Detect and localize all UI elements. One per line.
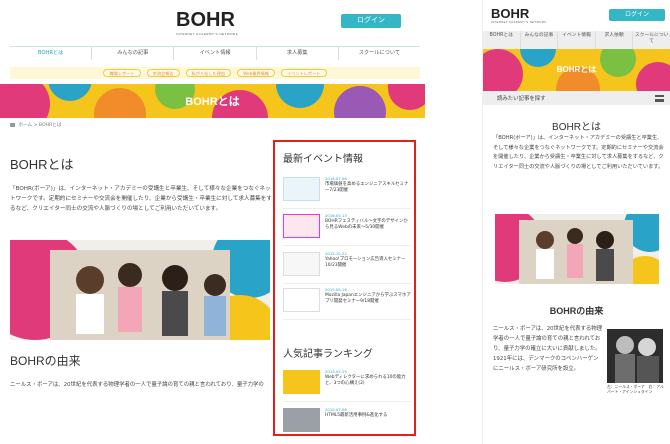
event-title[interactable]: BOHRフェスティバル〜文字のデザインから見るWebの未来〜5/30開催 [325,219,411,231]
event-date: 2015.09.16 [325,287,347,292]
breadcrumb: ホーム > BOHRとは [10,122,61,128]
ranking-title[interactable]: Webディレクターに求められる10の能力と、3つの心構え(2) [325,375,411,387]
mobile-hero-title: BOHRとは [556,65,597,74]
events-heading: 最新イベント情報 [283,154,363,165]
mobile-nav-about[interactable]: BOHRとは [483,31,521,49]
ranking-date: 2015.07.06 [325,407,347,412]
community-photo [10,240,270,340]
subnav-workplace[interactable]: 職場レポート [103,69,141,77]
subnav-web-info[interactable]: Web業界情報 [237,69,275,77]
nav-item-articles[interactable]: みんなの記事 [92,47,175,60]
nav-item-about[interactable]: BOHRとは [10,47,93,60]
home-icon [10,122,15,127]
event-item[interactable]: 2016.05.13 BOHRフェスティバル〜文字のデザインから見るWebの未来… [283,212,411,246]
ranking-heading: 人気記事ランキング [283,349,373,360]
hero-banner: BOHRとは [0,84,425,118]
photo-collage [10,240,270,340]
event-thumbnail [283,252,320,276]
hamburger-icon[interactable] [655,95,664,102]
ranking-item[interactable]: 2015.07.06 HTML5最新活用事例&進化する [283,406,411,434]
site-logo[interactable]: BOHR [176,9,235,32]
nav-item-events[interactable]: イベント情報 [174,47,257,60]
mobile-origin-title: BOHRの由来 [549,306,604,316]
event-thumbnail [283,288,320,312]
mobile-nav-school[interactable]: スクールについて [633,31,670,49]
subnav-event-report[interactable]: イベントレポート [280,69,327,77]
bohr-portrait-photo [607,329,663,383]
desktop-view: BOHR INTERNET ACADEMY'S NETWORK ログイン BOH… [0,0,425,444]
mobile-login-button[interactable]: ログイン [609,9,665,21]
event-title[interactable]: 市場価値を高めるエンジニアスキルセミナー7/23開催 [325,182,411,194]
portrait-caption: 左：ニールス・ボーア 右：アルバート・アインシュタイン [607,384,664,394]
breadcrumb-current: BOHRとは [38,123,62,128]
breadcrumb-home[interactable]: ホーム [18,123,32,128]
subnav-why-joined[interactable]: 私が入社した理由 [185,69,232,77]
sidebar: 最新イベント情報 2016.07.08 市場価値を高めるエンジニアスキルセミナー… [273,140,416,436]
event-item[interactable]: 2015.10.22 Yahoo!プロモーション広告導入セミナー10/23開催 [283,250,411,284]
ranking-item[interactable]: 2015.05.15 Webディレクターに求められる10の能力と、3つの心構え(… [283,368,411,402]
event-item[interactable]: 2016.07.08 市場価値を高めるエンジニアスキルセミナー7/23開催 [283,175,411,209]
mobile-nav-events[interactable]: イベント情報 [558,31,596,49]
mobile-intro-text: 「BOHR(ボーア)」は、インターネット・アカデミーの受講生と卒業生、そして様々… [493,135,664,170]
portrait-silhouettes [615,336,659,383]
mobile-nav-articles[interactable]: みんなの記事 [521,31,559,49]
event-date: 2016.05.13 [325,213,347,218]
mobile-logo-tagline: INTERNET ACADEMY'S NETWORK [491,21,547,24]
intro-text: 「BOHR(ボーア)」は、インターネット・アカデミーの受講生と卒業生、そして様々… [10,186,272,212]
mobile-page-title: BOHRとは [552,122,601,133]
mobile-photo-collage [495,214,659,284]
origin-text: ニールス・ボーアは、20世紀を代表する物理学者の一人で量子論の育ての親と言われて… [10,382,264,388]
mobile-logo[interactable]: BOHR [491,6,529,21]
event-date: 2015.10.22 [325,251,347,256]
sub-nav: 職場レポート 交流会報告 私が入社した理由 Web業界情報 イベントレポート [10,67,420,79]
mobile-hero-banner: BOHRとは [483,49,670,91]
ranking-title[interactable]: HTML5最新活用事例&進化する [325,413,411,419]
logo-tagline: INTERNET ACADEMY'S NETWORK [176,32,239,36]
breadcrumb-separator: > [33,123,38,128]
event-title[interactable]: Mozilla Japanエンジニアから学ぶスマホアプリ開発セミナー9/18開催 [325,293,411,305]
origin-title: BOHRの由来 [10,354,81,368]
ranking-thumbnail [283,408,320,432]
hero-title: BOHRとは [185,96,240,108]
mobile-nav: BOHRとは みんなの記事 イベント情報 求人依頼 スクールについて [483,31,670,49]
nav-item-jobs[interactable]: 求人募集 [257,47,339,60]
event-title[interactable]: Yahoo!プロモーション広告導入セミナー10/23開催 [325,257,411,269]
ranking-thumbnail [283,370,320,394]
main-nav: BOHRとは みんなの記事 イベント情報 求人募集 スクールについて [10,46,420,60]
page-title: BOHRとは [10,157,74,172]
subnav-meetup[interactable]: 交流会報告 [146,69,180,77]
mobile-community-photo [495,214,659,284]
ranking-date: 2015.05.15 [325,369,347,374]
event-date: 2016.07.08 [325,176,347,181]
mobile-view: BOHR INTERNET ACADEMY'S NETWORK ログイン BOH… [482,0,670,444]
event-item[interactable]: 2015.09.16 Mozilla Japanエンジニアから学ぶスマホアプリ開… [283,286,411,320]
login-button[interactable]: ログイン [341,14,401,28]
mobile-nav-jobs[interactable]: 求人依頼 [596,31,634,49]
event-thumbnail [283,177,320,201]
event-thumbnail [283,214,320,238]
mobile-menu-bar[interactable]: 読みたい記事を探す [483,91,670,105]
mobile-menu-label: 読みたい記事を探す [497,96,546,102]
nav-item-school[interactable]: スクールについて [339,47,420,60]
mobile-origin-text: ニールス・ボーアは、20世紀を代表する物理学者の一人で量子論の育ての親と言われて… [493,326,603,372]
